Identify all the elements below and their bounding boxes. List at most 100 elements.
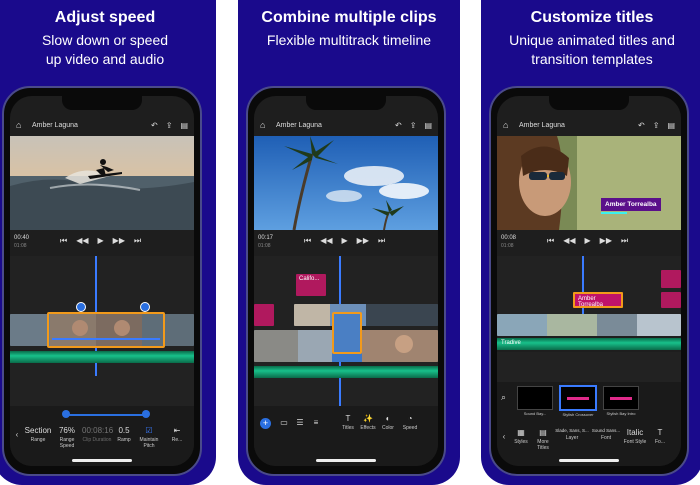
feedback-icon[interactable]: ▤ [667,121,675,130]
title-clip-left[interactable] [254,304,274,326]
tool-ramp[interactable]: 0.5 Ramp [114,426,134,443]
audio-waveform[interactable]: Tradive [497,338,681,350]
title-clip-right-2[interactable] [661,292,681,308]
total-time: 01:08 [14,243,27,249]
home-icon[interactable]: ⌂ [260,120,270,130]
tool-range-speed[interactable]: 76% Range Speed [54,426,80,449]
text-icon[interactable]: ≡ [310,418,322,429]
main-track-clips[interactable] [497,314,681,336]
tool-layer[interactable]: Slade, Sans, S... Layer [555,428,589,441]
home-indicator [559,459,619,462]
audio-waveform[interactable] [254,366,438,378]
total-time: 01:08 [501,243,514,249]
share-icon[interactable]: ⇪ [166,121,173,130]
play-icon[interactable]: ▶ [342,236,348,246]
range-slider-track[interactable] [66,414,146,416]
title-clip-label: Califo... [299,276,320,282]
tool-font[interactable]: Sound Sans... Font [591,428,621,441]
skip-start-icon[interactable]: ⏮ [60,236,67,246]
step-back-icon[interactable]: ◀◀ [563,236,575,246]
speed-tool[interactable]: ◔ Speed [400,414,420,431]
tool-range[interactable]: Section Range [24,426,52,443]
tool-font-value: Sound Sans... [591,428,621,433]
main-toolbar: + ▭ ☰ ≡ T Titles ✨ Effects ◐ Color ◔ Spe… [254,406,438,466]
panel-combine-clips: Combine multiple clips Flexible multitra… [238,0,460,485]
tool-font-style[interactable]: Italic Font Style [623,428,647,445]
play-icon[interactable]: ▶ [98,236,104,246]
timecode-bar: 00:08 01:08 ⏮ ◀◀ ▶ ▶▶ ⏭ [497,233,681,255]
audio-tracks-icon[interactable]: ☰ [294,418,306,429]
phone-screen: ⌂ Amber Laguna ↶ ⇪ ▤ Amber Torrealba 00:… [497,96,681,466]
video-preview-portrait: Amber Torrealba [497,136,681,230]
step-forward-icon[interactable]: ▶▶ [600,236,612,246]
overlay-title-text[interactable]: Amber Torrealba [601,198,661,211]
panel-headline: Adjust speed [54,9,156,26]
step-back-icon[interactable]: ◀◀ [320,236,332,246]
template-thumb-3[interactable] [603,386,639,410]
titles-label: Titles [342,425,354,431]
title-clip-right[interactable] [661,270,681,288]
timeline[interactable]: Amber Torrealba [497,256,681,336]
panel-subtitle-line1: Slow down or speed [41,32,169,48]
skip-end-icon[interactable]: ⏭ [621,236,628,246]
selected-clip-outline[interactable] [47,312,165,348]
tool-speed-label: Range Speed [59,437,75,449]
add-media-button[interactable]: + [260,418,271,429]
panel-customize-titles: Customize titles Unique animated titles … [481,0,700,485]
feedback-icon[interactable]: ▤ [424,121,432,130]
skip-end-icon[interactable]: ⏭ [134,236,141,246]
step-forward-icon[interactable]: ▶▶ [113,236,125,246]
tool-styles[interactable]: ▦ Styles [511,428,531,445]
phone-notch [62,96,142,110]
undo-icon[interactable]: ↶ [395,121,402,130]
range-slider-right-handle[interactable] [142,410,150,418]
undo-icon[interactable]: ↶ [151,121,158,130]
range-slider-left-handle[interactable] [62,410,70,418]
step-forward-icon[interactable]: ▶▶ [357,236,369,246]
tool-pitch-label: Maintain Pitch [139,437,159,449]
effects-tool[interactable]: ✨ Effects [358,414,378,431]
speed-keyframe-right[interactable] [140,302,150,312]
skip-start-icon[interactable]: ⏮ [547,236,554,246]
back-chevron-icon[interactable]: ‹ [499,432,509,441]
home-icon[interactable]: ⌂ [503,120,513,130]
tool-ramp-label: Ramp [117,437,131,443]
current-time: 00:40 [14,235,30,241]
undo-icon[interactable]: ↶ [638,121,645,130]
play-icon[interactable]: ▶ [585,236,591,246]
skip-end-icon[interactable]: ⏭ [378,236,385,246]
overlay-track-clips[interactable] [294,304,438,326]
timeline[interactable] [10,256,194,406]
tool-maintain-pitch[interactable]: ☑ Maintain Pitch [136,426,162,449]
back-chevron-icon[interactable]: ‹ [12,430,22,439]
tool-font-style-value: Italic [626,428,644,437]
share-icon[interactable]: ⇪ [410,121,417,130]
app-top-bar: ⌂ Amber Laguna ↶ ⇪ ▤ [10,118,194,132]
tool-more-titles[interactable]: ▤ More Titles [533,428,553,451]
tool-reverse[interactable]: ⇤ Re... [166,426,188,443]
title-clip[interactable]: Califo... [296,274,326,296]
skip-start-icon[interactable]: ⏮ [304,236,311,246]
speed-keyframe-left[interactable] [76,302,86,312]
titles-tool[interactable]: T Titles [338,414,358,431]
audio-waveform[interactable] [10,351,194,363]
selected-title-clip[interactable]: Amber Torrealba [573,292,623,308]
tool-font-size[interactable]: T Fo... [649,428,671,445]
media-icon[interactable]: ▭ [278,418,290,429]
dragged-clip[interactable] [332,312,362,354]
tool-styles-label: Styles [514,439,528,445]
search-icon[interactable]: ⌕ [501,392,513,404]
timeline[interactable]: Califo... [254,256,438,406]
tool-reverse-label: Re... [171,437,183,443]
home-icon[interactable]: ⌂ [16,120,26,130]
project-title: Amber Laguna [276,121,322,129]
color-tool[interactable]: ◐ Color [378,414,398,431]
tool-duration-value: 00:08:16 [82,426,114,435]
current-time: 00:08 [501,235,517,241]
current-time: 00:17 [258,235,274,241]
template-thumb-2[interactable] [559,385,597,411]
feedback-icon[interactable]: ▤ [180,121,188,130]
share-icon[interactable]: ⇪ [653,121,660,130]
step-back-icon[interactable]: ◀◀ [76,236,88,246]
template-thumb-1[interactable] [517,386,553,410]
